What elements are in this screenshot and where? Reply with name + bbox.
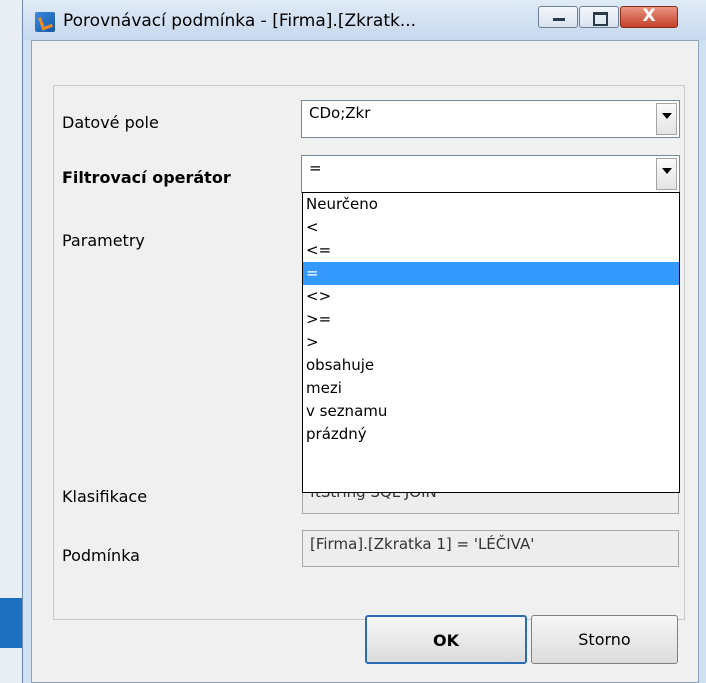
close-button[interactable]: X [620,6,678,28]
condition-field: [Firma].[Zkratka 1] = 'LÉČIVA' [302,530,679,567]
title-bar[interactable]: Porovnávací podmínka - [Firma].[Zkratk..… [23,0,706,40]
desktop-taskbar-fragment [0,598,22,648]
ok-button[interactable]: OK [365,615,527,664]
data-field-combo[interactable]: CDo;Zkr [301,100,680,138]
data-field-label: Datové pole [62,113,159,132]
operator-value: = [309,159,322,177]
dialog-client-area: Datové pole CDo;Zkr Filtrovací operátor … [31,40,699,683]
parameters-label: Parametry [62,231,145,250]
desktop-background [0,0,22,683]
data-field-value: CDo;Zkr [309,104,371,122]
dropdown-option-selected[interactable]: = [303,262,679,285]
chevron-down-icon[interactable] [656,158,677,190]
dropdown-option[interactable]: < [303,216,679,239]
minimize-button[interactable] [538,6,578,28]
dropdown-option[interactable]: mezi [303,377,679,400]
window-title: Porovnávací podmínka - [Firma].[Zkratk..… [63,11,417,31]
dropdown-option[interactable]: >= [303,308,679,331]
classification-label: Klasifikace [62,487,148,506]
dropdown-option[interactable]: obsahuje [303,354,679,377]
dropdown-option[interactable]: Neurčeno [303,193,679,216]
condition-label: Podmínka [62,546,140,565]
app-logo-icon [35,12,55,32]
chevron-down-icon[interactable] [656,103,677,135]
operator-dropdown-list[interactable]: Neurčeno < <= = <> >= > obsahuje mezi v … [302,192,680,493]
dropdown-option[interactable]: <= [303,239,679,262]
dropdown-option[interactable]: v seznamu [303,400,679,423]
dropdown-option[interactable]: prázdný [303,423,679,446]
operator-combo[interactable]: = [301,155,680,193]
dropdown-option[interactable]: > [303,331,679,354]
dropdown-option[interactable]: <> [303,285,679,308]
dialog-window: Porovnávací podmínka - [Firma].[Zkratk..… [22,0,706,683]
maximize-button[interactable] [579,6,619,28]
condition-value: [Firma].[Zkratka 1] = 'LÉČIVA' [310,535,535,553]
close-icon: X [642,6,656,26]
operator-label: Filtrovací operátor [62,168,231,187]
cancel-button[interactable]: Storno [531,615,678,664]
